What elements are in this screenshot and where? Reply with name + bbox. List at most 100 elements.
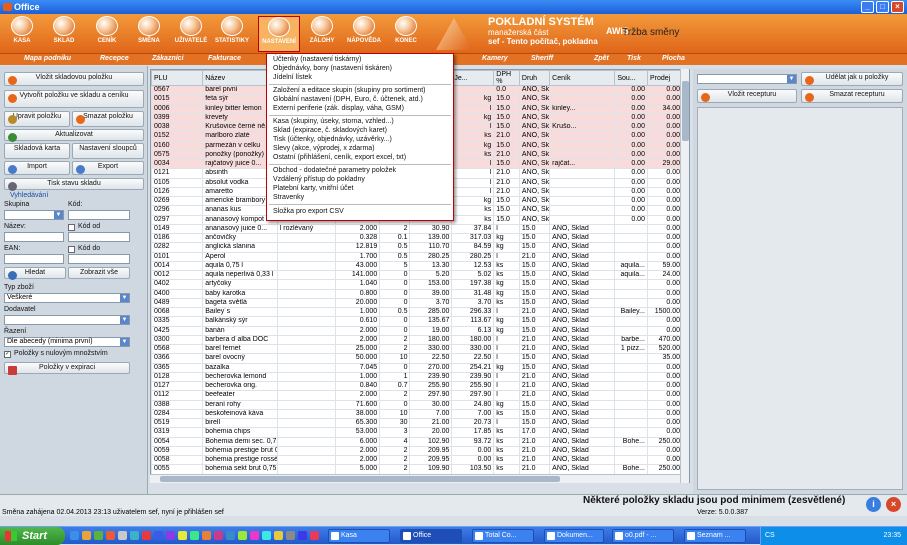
menu-item-uctenky[interactable]: Účtenky (nastavení tiskárny)	[273, 56, 361, 63]
receptura-select[interactable]: ▼	[697, 74, 797, 84]
table-row[interactable]: 0400 baby karotka 0.800 0 39.00 31.48 kg 15.0 AN…	[151, 288, 684, 299]
column-header[interactable]: Je...	[451, 70, 495, 86]
menu-item-obchod[interactable]: Obchod - dodatečné parametry položek	[273, 167, 396, 174]
menu-sheriff[interactable]: Sheriff	[531, 55, 553, 62]
scroll-thumb[interactable]	[682, 81, 689, 141]
menu-kamery[interactable]: Kamery	[482, 55, 508, 62]
toolbar-kasa-button[interactable]: KASA	[4, 16, 40, 52]
menu-zpet[interactable]: Zpět	[594, 55, 609, 62]
maximize-button[interactable]: □	[876, 1, 889, 13]
table-row[interactable]: 0282 anglická slanina 12.819 0.5 110.70 84.59…	[151, 242, 684, 253]
toolbar-sklad-button[interactable]: SKLAD	[46, 16, 82, 52]
export-button[interactable]: Export	[72, 161, 144, 175]
quicklaunch-icon[interactable]	[82, 531, 91, 540]
table-row[interactable]: 0519 birell 65.300 30 21.00 20.73 l 15.0 ANO, Sk…	[151, 417, 684, 429]
tisk-stavu-skladu-button[interactable]: Tisk stavu skladu	[4, 178, 144, 191]
table-row[interactable]: 0149 ananasový juice 0... l rozlévaný 2.000…	[151, 223, 684, 235]
quicklaunch-icon[interactable]	[190, 531, 199, 540]
table-row[interactable]: 0366 barel ovocný 50.000 10 22.50 22.50 l 15.0 A…	[151, 353, 684, 364]
quicklaunch-icon[interactable]	[310, 531, 319, 540]
smazat-polozku-button[interactable]: Smazat položku	[72, 111, 144, 127]
kod-do-input[interactable]	[68, 254, 130, 264]
zobrazit-vse-button[interactable]: Zobrazit vše	[68, 267, 130, 279]
toolbar-napoveda-button[interactable]: NÁPOVĚDA	[346, 16, 382, 52]
toolbar-smena-button[interactable]: SMĚNA	[131, 16, 167, 52]
minimize-button[interactable]: _	[861, 1, 874, 13]
table-row[interactable]: 0489 bageta světlá 20.000 0 3.70 3.70 ks 15.0 AN…	[151, 297, 684, 309]
quicklaunch-icon[interactable]	[250, 531, 259, 540]
table-row[interactable]: 0319 bohemia chips 53.000 3 20.00 17.85 ks 17.0…	[151, 427, 684, 438]
quicklaunch-icon[interactable]	[214, 531, 223, 540]
quicklaunch-icon[interactable]	[202, 531, 211, 540]
menu-item-sklad[interactable]: Sklad (expirace, č. skladových karet)	[273, 127, 387, 134]
menu-item-ostatni[interactable]: Ostatní (přihlášení, ceník, export excel…	[273, 154, 406, 161]
upravit-polozku-button[interactable]: Upravit položku	[4, 111, 70, 127]
task-total-commander[interactable]: Total Co...	[472, 529, 534, 543]
menu-zakaznici[interactable]: Zákazníci	[152, 55, 184, 62]
toolbar-uzivatele-button[interactable]: UŽIVATELÉ	[173, 16, 209, 52]
task-kasa[interactable]: Kasa	[328, 529, 390, 543]
table-row[interactable]: 0402 artyčoky 1.040 0 153.00 197.38 kg 15.0 ANO,…	[151, 279, 684, 290]
kod-od-checkbox[interactable]	[68, 224, 75, 231]
quicklaunch-icon[interactable]	[262, 531, 271, 540]
menu-plocha[interactable]: Plocha	[662, 55, 685, 62]
column-header[interactable]: DPH %	[493, 70, 520, 86]
menu-item-jidelni-listek[interactable]: Jídelní lístek	[273, 74, 312, 81]
udelat-jak-u-polozky-button[interactable]: Udělat jak u položky	[801, 72, 903, 86]
quicklaunch-icon[interactable]	[106, 531, 115, 540]
toolbar-cenik-button[interactable]: CENÍK	[89, 16, 125, 52]
table-row[interactable]: 0112 beefeater 2.000 2 297.90 297.90 l 21.0 ANO,…	[151, 390, 684, 401]
menu-item-slevy[interactable]: Slevy (akce, výprodej, x zdarma)	[273, 145, 375, 152]
toolbar-zalohy-button[interactable]: ZÁLOHY	[304, 16, 340, 52]
vlozit-recepturu-button[interactable]: Vložit recepturu	[697, 89, 797, 103]
table-row[interactable]: 0101 Aperol 1.700 0.5 280.25 280.25 l 21.0 ANO, …	[151, 251, 684, 262]
vlozit-skladovou-polozku-button[interactable]: Vložit skladovou položku	[4, 72, 144, 86]
table-row[interactable]: 0054 Bohemia demi sec. 0,75 l 6.000 4 102.90…	[151, 436, 684, 447]
ean-input[interactable]	[4, 254, 64, 264]
menu-item-stravenky[interactable]: Stravenky	[273, 194, 304, 201]
toolbar-statistiky-button[interactable]: STATISTIKY	[214, 16, 250, 52]
table-row[interactable]: 0014 aquila 0,75 l 43.000 5 13.30 12.53 ks 15.0…	[151, 260, 684, 272]
close-icon[interactable]: ×	[886, 497, 901, 512]
table-row[interactable]: 0335 balkánský sýr 0.610 0 135.67 113.67 kg 15.…	[151, 316, 684, 327]
kod-input[interactable]	[68, 210, 130, 220]
language-indicator[interactable]: CS	[765, 527, 775, 545]
nastaveni-sloupcu-button[interactable]: Nastavení sloupců	[72, 143, 144, 159]
quicklaunch-icon[interactable]	[142, 531, 151, 540]
import-button[interactable]: Import	[4, 161, 70, 175]
nazev-input[interactable]	[4, 232, 64, 242]
quicklaunch-icon[interactable]	[70, 531, 79, 540]
column-header[interactable]: PLU	[151, 70, 204, 86]
menu-item-skupiny[interactable]: Založení a editace skupin (skupiny pro s…	[273, 87, 426, 94]
column-header[interactable]: Prodej	[646, 70, 684, 86]
razeni-select[interactable]: Dle abecedy (minima první) ▼	[4, 337, 130, 347]
start-button[interactable]: Start	[0, 527, 65, 545]
column-header[interactable]: Ceník	[549, 70, 616, 86]
menu-item-export-csv[interactable]: Složka pro export CSV	[273, 208, 344, 215]
quicklaunch-icon[interactable]	[226, 531, 235, 540]
table-row[interactable]: 0128 becherovka lemond 1.000 1 239.90 239.90 l…	[151, 371, 684, 383]
grid-horizontal-scrollbar[interactable]	[150, 474, 680, 483]
typ-zbozi-select[interactable]: Veškeré ▼	[4, 293, 130, 303]
quicklaunch-icon[interactable]	[94, 531, 103, 540]
menu-item-globalni[interactable]: Globální nastavení (DPH, Euro, č. účtene…	[273, 96, 423, 103]
quicklaunch-icon[interactable]	[166, 531, 175, 540]
menu-item-platebni-karty[interactable]: Platební karty, vnitřní účet	[273, 185, 353, 192]
kod-do-checkbox[interactable]	[68, 246, 75, 253]
menu-item-vzdaleny-pristup[interactable]: Vzdálený přístup do pokladny	[273, 176, 365, 183]
table-row[interactable]: 0300 barbera d´alba DOC 2.000 2 180.00 180.00…	[151, 334, 684, 346]
toolbar-nastaveni-button[interactable]: NASTAVENÍ	[258, 16, 300, 52]
table-row[interactable]: 0568 barel fernet 25.000 2 330.00 330.00 l 21.0…	[151, 343, 684, 355]
hledat-button[interactable]: Hledat	[4, 267, 66, 280]
smazat-recepturu-button[interactable]: Smazat recepturu	[801, 89, 903, 103]
quicklaunch-icon[interactable]	[298, 531, 307, 540]
dodavatel-select[interactable]: ▼	[4, 315, 130, 325]
quicklaunch-icon[interactable]	[238, 531, 247, 540]
menu-fakturace[interactable]: Fakturace	[208, 55, 241, 62]
task-dokument[interactable]: Dokumen...	[544, 529, 604, 543]
table-row[interactable]: 0068 Bailey´s 1.000 0.5 285.00 296.33 l 21.0 ANO…	[151, 306, 684, 318]
close-window-button[interactable]: ×	[891, 1, 904, 13]
polozky-v-expiraci-button[interactable]: Položky v expiraci	[4, 362, 130, 375]
menu-item-periferie[interactable]: Externí periferie (zák. display, váha, G…	[273, 105, 404, 112]
menu-item-objednavky[interactable]: Objednávky, bony (nastavení tiskáren)	[273, 65, 392, 72]
